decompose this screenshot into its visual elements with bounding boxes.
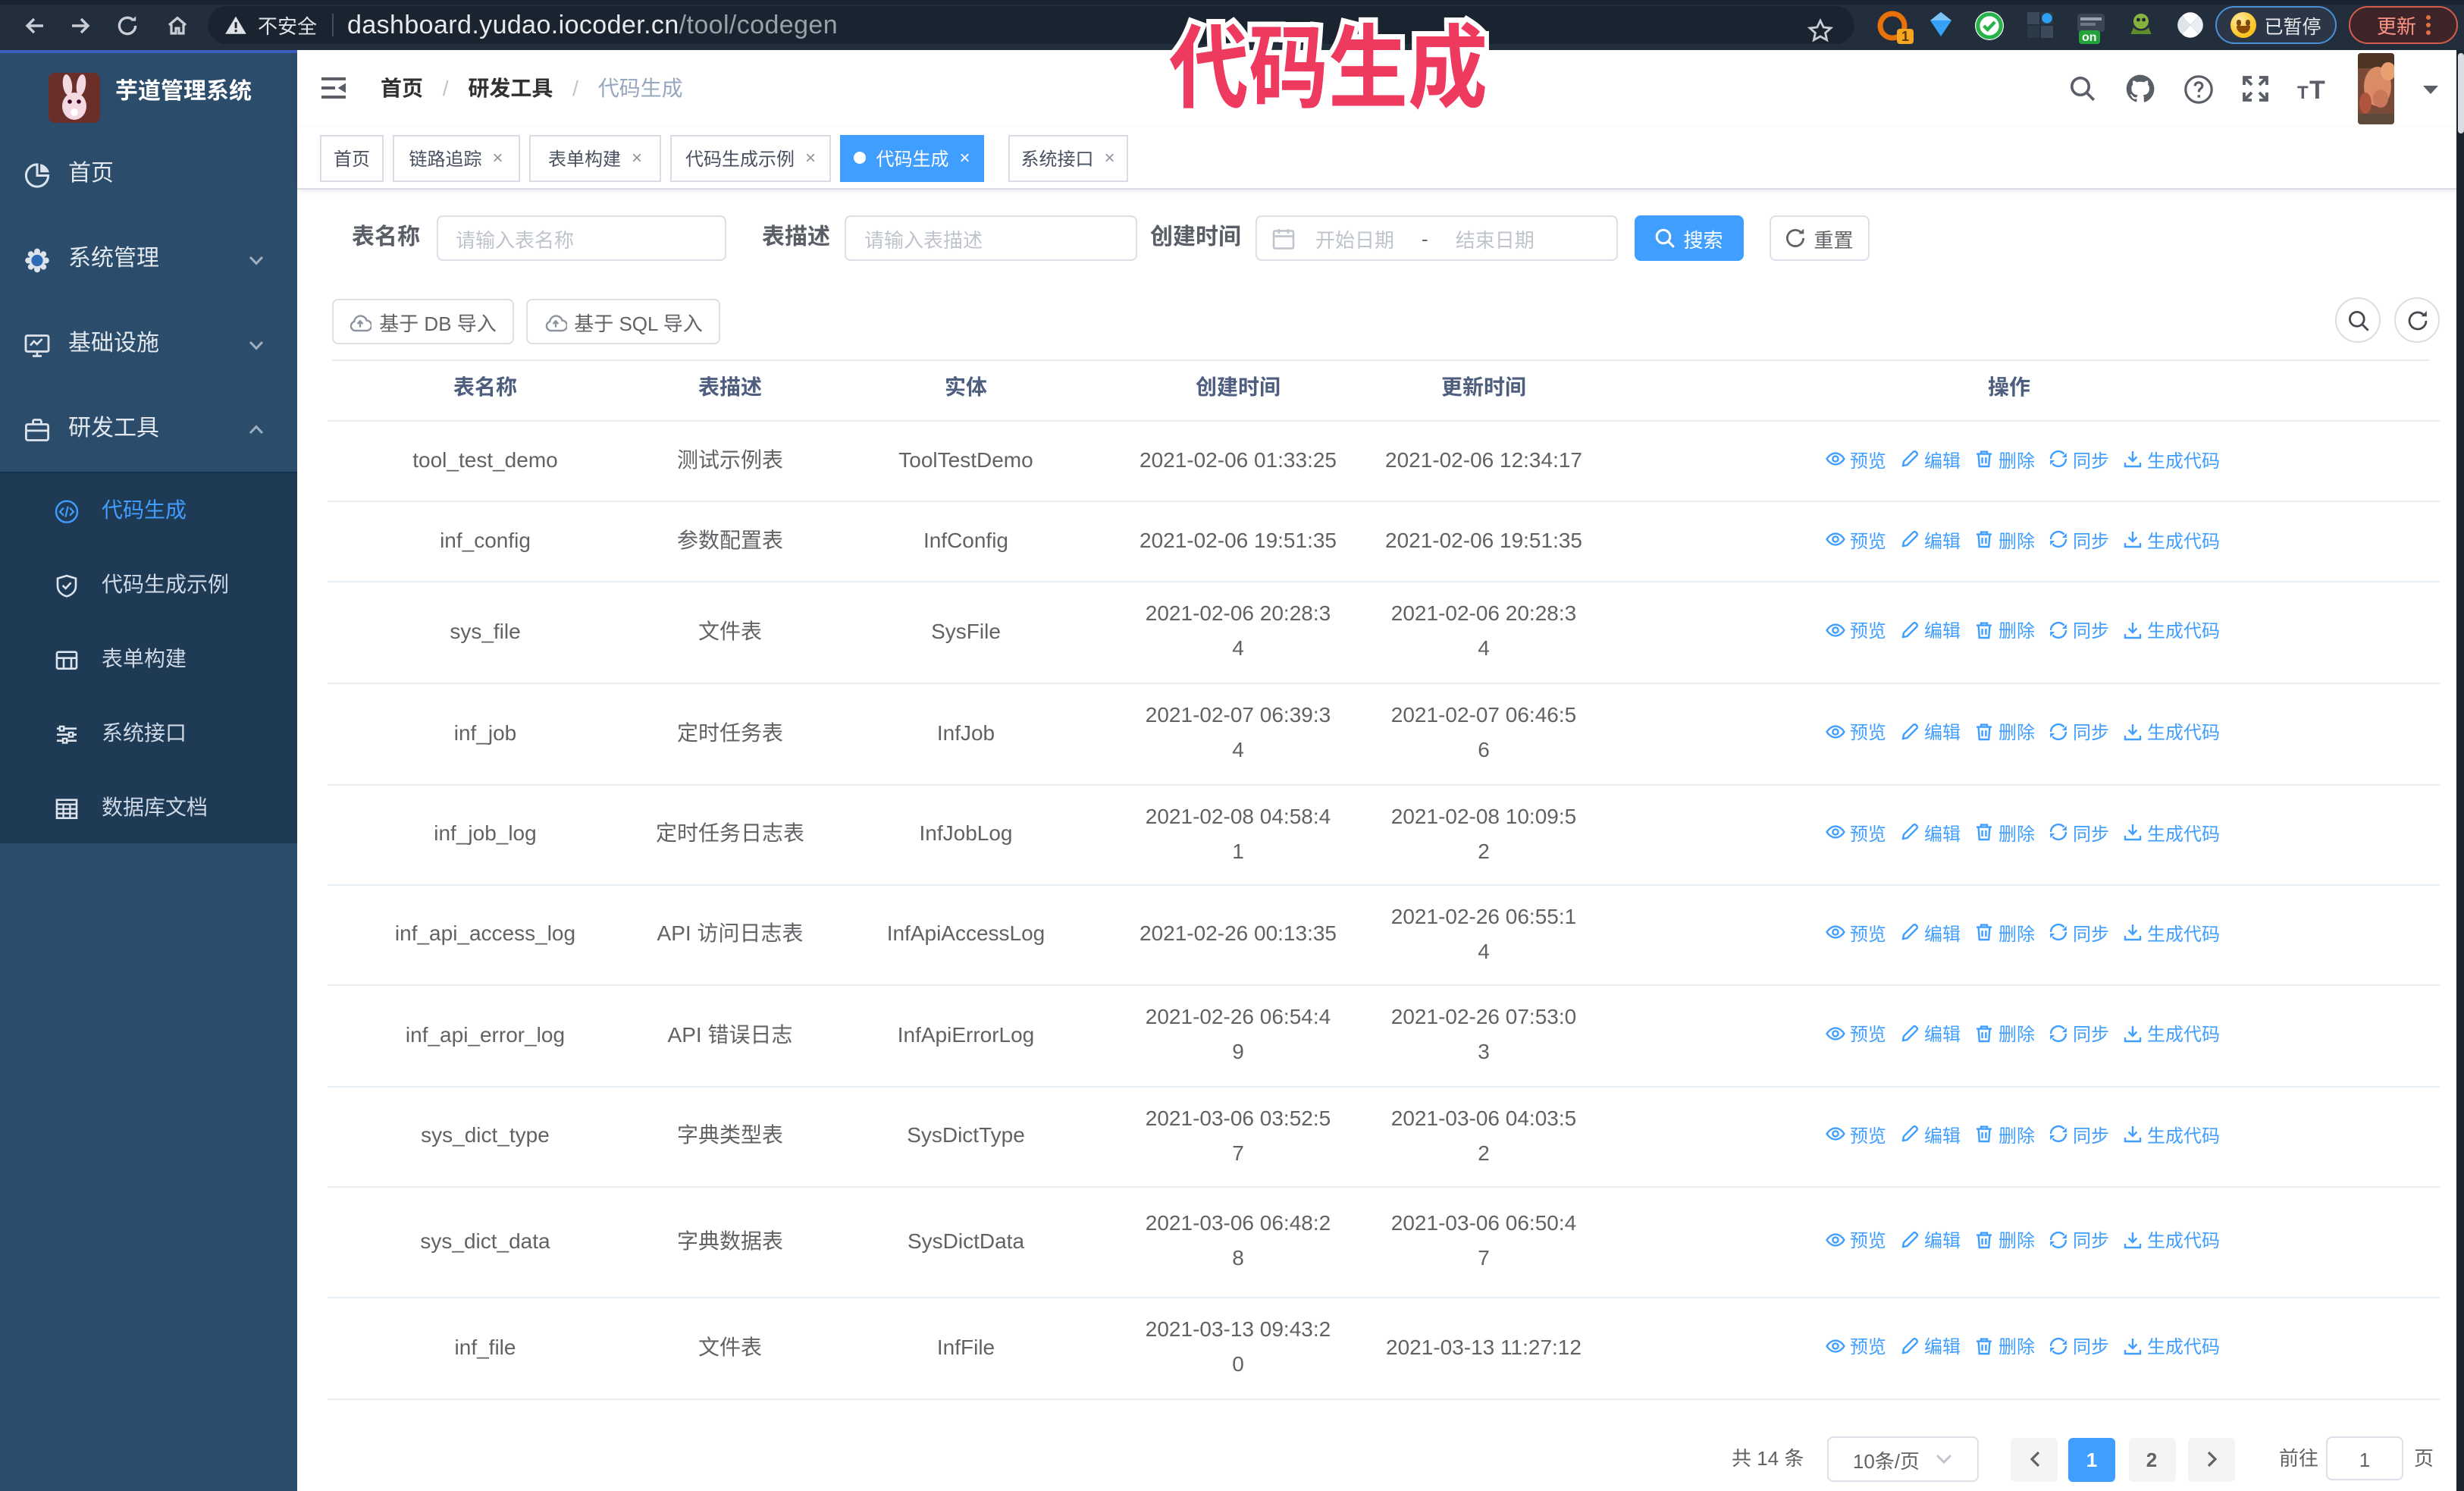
svg-text:T: T [2297,82,2309,102]
svg-text:T: T [2309,75,2325,102]
